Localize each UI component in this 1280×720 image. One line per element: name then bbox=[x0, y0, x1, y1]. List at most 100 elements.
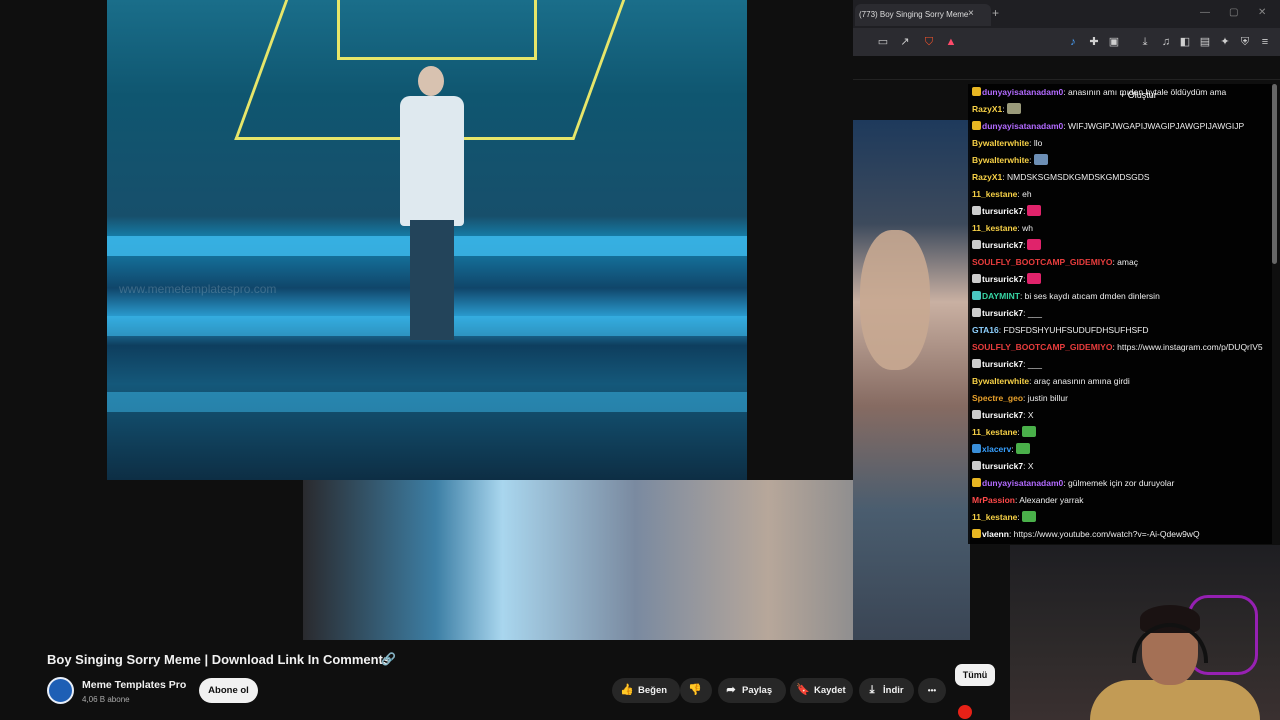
video-player[interactable]: www.memetemplatespro.com bbox=[107, 0, 747, 480]
chat-username[interactable]: xlacerv bbox=[982, 444, 1011, 454]
thumbs-down-icon: 👎 bbox=[688, 684, 702, 696]
chat-message: tursurick7: X bbox=[972, 407, 1272, 424]
share-page-icon[interactable]: ↗ bbox=[898, 35, 912, 49]
chat-username[interactable]: tursurick7 bbox=[982, 461, 1023, 471]
close-window-button[interactable]: ✕ bbox=[1258, 7, 1266, 18]
chat-username[interactable]: tursurick7 bbox=[982, 274, 1023, 284]
chat-text: : bbox=[1023, 240, 1026, 250]
brave-shield-icon[interactable]: ⛉ bbox=[922, 35, 936, 49]
download-icon[interactable]: ⤓ bbox=[1138, 35, 1152, 49]
like-button[interactable]: 👍 Beğen bbox=[612, 678, 680, 703]
chat-username[interactable]: Bywalterwhite bbox=[972, 155, 1029, 165]
vpn-icon[interactable]: ⛨ bbox=[1238, 35, 1252, 49]
chat-username[interactable]: MrPassion bbox=[972, 495, 1015, 505]
emote-icon bbox=[1021, 426, 1036, 437]
user-badge-icon bbox=[972, 291, 981, 300]
chat-username[interactable]: dunyayisatanadam0 bbox=[982, 87, 1063, 97]
chat-username[interactable]: Spectre_geo bbox=[972, 393, 1023, 403]
create-label: Oluştur bbox=[1127, 90, 1157, 100]
link-icon: 🔗 bbox=[381, 652, 396, 666]
channel-name[interactable]: Meme Templates Pro bbox=[82, 679, 186, 691]
filter-chip-all[interactable]: Tümü bbox=[955, 664, 995, 686]
chat-text: : bbox=[1023, 274, 1026, 284]
user-badge-icon bbox=[972, 529, 981, 538]
chat-username[interactable]: tursurick7 bbox=[982, 359, 1023, 369]
performer-jeans bbox=[410, 220, 454, 340]
chat-text: : X bbox=[1023, 410, 1034, 420]
user-badge-icon bbox=[972, 410, 981, 419]
chat-username[interactable]: vlaenn bbox=[982, 529, 1009, 539]
user-badge-icon bbox=[972, 478, 981, 487]
chat-message: GTA16: FDSFDSHYUHFSUDUFDHSUFHSFD bbox=[972, 322, 1272, 339]
chat-text: : llo bbox=[1029, 138, 1043, 148]
chat-username[interactable]: dunyayisatanadam0 bbox=[982, 121, 1063, 131]
chat-username[interactable]: RazyX1 bbox=[972, 104, 1002, 114]
maximize-button[interactable]: ▢ bbox=[1229, 7, 1238, 18]
chat-username[interactable]: GTA16 bbox=[972, 325, 999, 335]
emote-icon bbox=[1027, 273, 1042, 284]
new-tab-button[interactable]: + bbox=[992, 6, 999, 20]
chat-username[interactable]: 11_kestane bbox=[972, 189, 1017, 199]
more-actions-button[interactable]: ••• bbox=[918, 678, 946, 703]
share-label: Paylaş bbox=[742, 685, 773, 696]
share-button[interactable]: ➦ Paylaş bbox=[718, 678, 786, 703]
save-button[interactable]: 🔖 Kaydet bbox=[790, 678, 853, 703]
chat-username[interactable]: tursurick7 bbox=[982, 410, 1023, 420]
chat-text: : WIFJWGIPJWGAPIJWAGIPJAWGPIJAWGIJP bbox=[1063, 121, 1245, 131]
side-video bbox=[853, 120, 970, 640]
chat-username[interactable]: DAYMINT bbox=[982, 291, 1020, 301]
chat-username[interactable]: Bywalterwhite bbox=[972, 376, 1029, 386]
chat-username[interactable]: dunyayisatanadam0 bbox=[982, 478, 1063, 488]
chat-message: tursurick7: ___ bbox=[972, 356, 1272, 373]
cast-icon[interactable]: ▭ bbox=[876, 35, 890, 49]
chat-username[interactable]: Bywalterwhite bbox=[972, 138, 1029, 148]
sidebar-icon[interactable]: ◧ bbox=[1178, 35, 1192, 49]
chat-message: MrPassion: Alexander yarrak bbox=[972, 492, 1272, 509]
plus-icon: + bbox=[1120, 90, 1128, 100]
subscribe-button[interactable]: Abone ol bbox=[199, 678, 258, 703]
chat-message: xlacerv: bbox=[972, 441, 1272, 458]
chat-message: 11_kestane: bbox=[972, 424, 1272, 441]
channel-avatar[interactable] bbox=[47, 677, 74, 704]
media-icon[interactable]: ♫ bbox=[1159, 35, 1173, 49]
menu-icon[interactable]: ≡ bbox=[1258, 35, 1272, 49]
chat-scrollbar[interactable] bbox=[1272, 84, 1277, 264]
create-button[interactable]: + Oluştur bbox=[1120, 90, 1157, 108]
chat-username[interactable]: SOULFLY_BOOTCAMP_GIDEMIYO bbox=[972, 257, 1112, 267]
chat-text: : ___ bbox=[1023, 308, 1043, 318]
leo-ai-icon[interactable]: ✦ bbox=[1218, 35, 1232, 49]
chat-username[interactable]: 11_kestane bbox=[972, 512, 1017, 522]
audio-icon[interactable]: ♪ bbox=[1066, 35, 1080, 49]
chat-message: 11_kestane: bbox=[972, 509, 1272, 526]
chat-username[interactable]: SOULFLY_BOOTCAMP_GIDEMIYO bbox=[972, 342, 1112, 352]
chat-text: : araç anasının amına girdi bbox=[1029, 376, 1130, 386]
download-button[interactable]: ⤓ İndir bbox=[859, 678, 914, 703]
user-badge-icon bbox=[972, 461, 981, 470]
user-badge-icon bbox=[972, 444, 981, 453]
chat-text: : gülmemek için zor duruyolar bbox=[1063, 478, 1175, 488]
chat-username[interactable]: tursurick7 bbox=[982, 206, 1023, 216]
chat-message: RazyX1: NMDSKSGMSDKGMDSKGMDSGDS bbox=[972, 169, 1272, 186]
chat-username[interactable]: RazyX1 bbox=[972, 172, 1002, 182]
chat-text: : bbox=[1029, 155, 1032, 165]
chat-text: : eh bbox=[1017, 189, 1032, 199]
tab-close-button[interactable]: × bbox=[968, 8, 974, 19]
user-badge-icon bbox=[972, 240, 981, 249]
user-badge-icon bbox=[972, 359, 981, 368]
download-icon: ⤓ bbox=[869, 684, 875, 696]
wallet-icon[interactable]: ▤ bbox=[1198, 35, 1212, 49]
chat-username[interactable]: 11_kestane bbox=[972, 223, 1017, 233]
chat-username[interactable]: 11_kestane bbox=[972, 427, 1017, 437]
chat-message: SOULFLY_BOOTCAMP_GIDEMIYO: https://www.i… bbox=[972, 339, 1272, 356]
chat-username[interactable]: tursurick7 bbox=[982, 308, 1023, 318]
extensions-icon[interactable]: ✚ bbox=[1087, 35, 1101, 49]
tab-search-icon[interactable]: ▣ bbox=[1107, 35, 1121, 49]
rewards-icon[interactable]: ▲ bbox=[944, 35, 958, 49]
emote-icon bbox=[1015, 443, 1030, 454]
chat-username[interactable]: tursurick7 bbox=[982, 240, 1023, 250]
minimize-button[interactable]: — bbox=[1200, 7, 1210, 18]
chat-message: tursurick7: X bbox=[972, 458, 1272, 475]
user-badge-icon bbox=[972, 87, 981, 96]
dislike-button[interactable]: 👎 bbox=[680, 678, 712, 703]
emote-icon bbox=[1021, 511, 1036, 522]
